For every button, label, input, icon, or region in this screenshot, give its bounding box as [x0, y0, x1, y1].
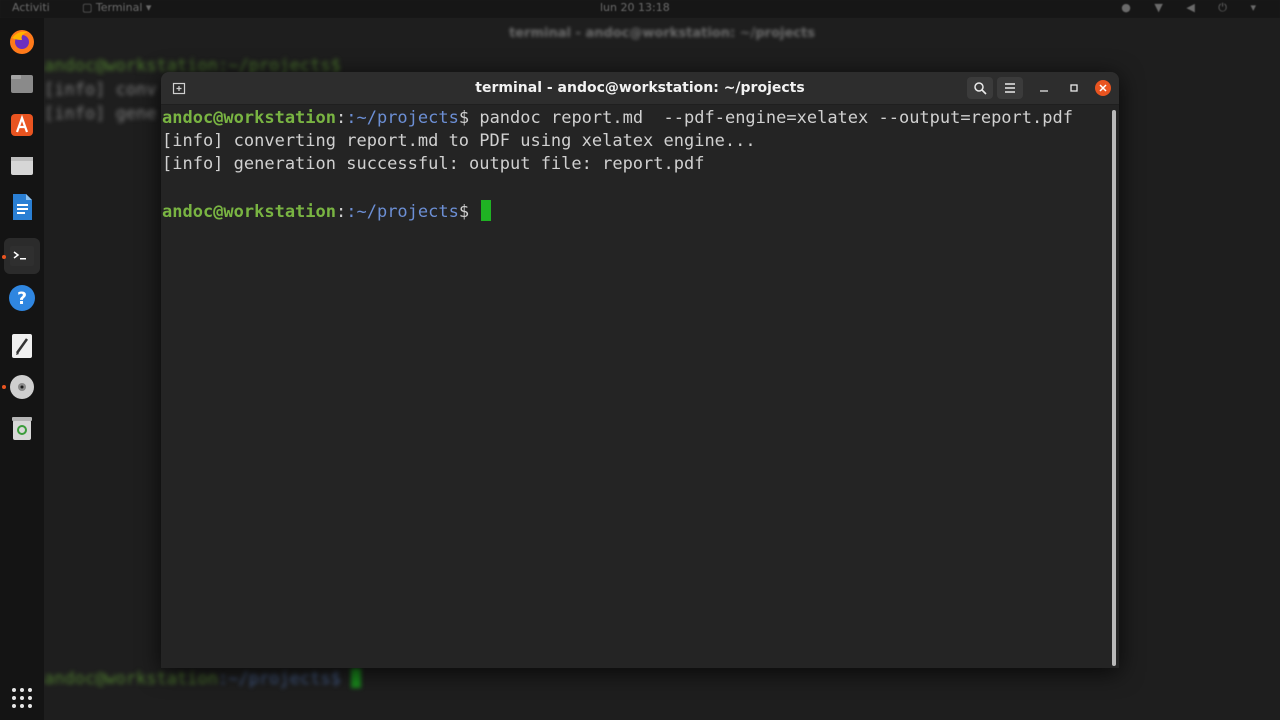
background-line: [info] conv — [44, 80, 157, 100]
dock-item-trash[interactable] — [7, 413, 37, 443]
dock-item-help[interactable]: ? — [7, 283, 37, 313]
prompt-path: :~/projects — [346, 202, 459, 222]
close-icon — [1099, 84, 1107, 92]
dock-item-disc[interactable] — [7, 372, 37, 402]
maximize-button[interactable] — [1063, 77, 1085, 99]
background-prompt-user: andoc@workstation — [44, 669, 218, 689]
menu-button[interactable] — [997, 77, 1023, 99]
output-line: [info] converting report.md to PDF using… — [162, 131, 756, 151]
minimize-button[interactable] — [1033, 77, 1055, 99]
prompt-symbol: $ — [458, 108, 470, 128]
system-tray[interactable]: ● ▼ ◀ ⏻ ▾ — [1121, 1, 1266, 15]
app-menu[interactable]: ▢ Terminal ▾ — [82, 1, 151, 14]
disc-icon — [10, 375, 34, 399]
search-icon — [974, 82, 987, 95]
maximize-icon — [1070, 84, 1078, 92]
top-bar: Activiti ▢ Terminal ▾ lun 20 13:18 ● ▼ ◀… — [0, 0, 1280, 18]
terminal-icon — [10, 246, 34, 266]
help-icon: ? — [9, 285, 35, 311]
window-titlebar[interactable]: terminal - andoc@workstation: ~/projects — [161, 72, 1119, 105]
dock-item-terminal[interactable] — [4, 238, 40, 274]
terminal-window[interactable]: terminal - andoc@workstation: ~/projects — [161, 72, 1119, 668]
background-prompt-path: :~/projects$ — [218, 669, 341, 689]
close-button[interactable] — [1095, 80, 1111, 96]
firefox-icon — [10, 30, 34, 54]
dock-item-files[interactable] — [7, 69, 37, 99]
command-text: pandoc report.md --pdf-engine=xelatex --… — [469, 108, 1073, 128]
terminal-output-area[interactable]: andoc@workstation::~/projects$ pandoc re… — [161, 105, 1113, 668]
background-line: [info] gene — [44, 104, 157, 124]
dock-item-show-apps[interactable] — [7, 683, 37, 713]
text-editor-icon — [12, 334, 32, 358]
prompt-user: andoc@workstation — [162, 202, 336, 222]
dock-item-text-editor[interactable] — [7, 331, 37, 361]
dock-item-firefox[interactable] — [7, 27, 37, 57]
prompt-symbol: $ — [458, 202, 470, 222]
trash-icon — [12, 417, 32, 440]
running-indicator — [2, 255, 6, 259]
background-cursor — [351, 668, 362, 688]
dock: ? — [0, 18, 44, 720]
folder-icon — [11, 157, 33, 175]
output-line: [info] generation successful: output fil… — [162, 154, 705, 174]
current-prompt-line[interactable]: andoc@workstation::~/projects$ — [162, 200, 492, 222]
command-line: andoc@workstation::~/projects$ pandoc re… — [162, 108, 1073, 128]
prompt-path: :~/projects — [346, 108, 459, 128]
writer-icon — [13, 194, 32, 220]
dock-item-writer[interactable] — [7, 192, 37, 222]
dock-item-folder[interactable] — [7, 151, 37, 181]
running-indicator — [2, 385, 6, 389]
new-tab-button[interactable] — [169, 78, 189, 98]
prompt-user: andoc@workstation — [162, 108, 336, 128]
svg-text:?: ? — [17, 289, 27, 309]
text-cursor — [481, 200, 492, 221]
app-menu-label: Terminal — [95, 1, 143, 14]
background-window-title: terminal - andoc@workstation: ~/projects — [509, 26, 815, 41]
minimize-icon — [1040, 90, 1048, 92]
dock-item-software[interactable] — [7, 110, 37, 140]
apps-grid-icon — [12, 688, 32, 708]
scrollbar[interactable] — [1112, 110, 1116, 666]
hamburger-menu-icon — [1005, 83, 1015, 93]
clock[interactable]: lun 20 13:18 — [600, 1, 670, 14]
search-button[interactable] — [967, 77, 993, 99]
activities-button[interactable]: Activiti — [12, 1, 50, 14]
background-prompt: andoc@workstation:~/projects$ — [44, 668, 362, 689]
new-tab-icon — [172, 82, 186, 95]
software-icon — [11, 114, 33, 136]
files-icon — [11, 75, 33, 93]
